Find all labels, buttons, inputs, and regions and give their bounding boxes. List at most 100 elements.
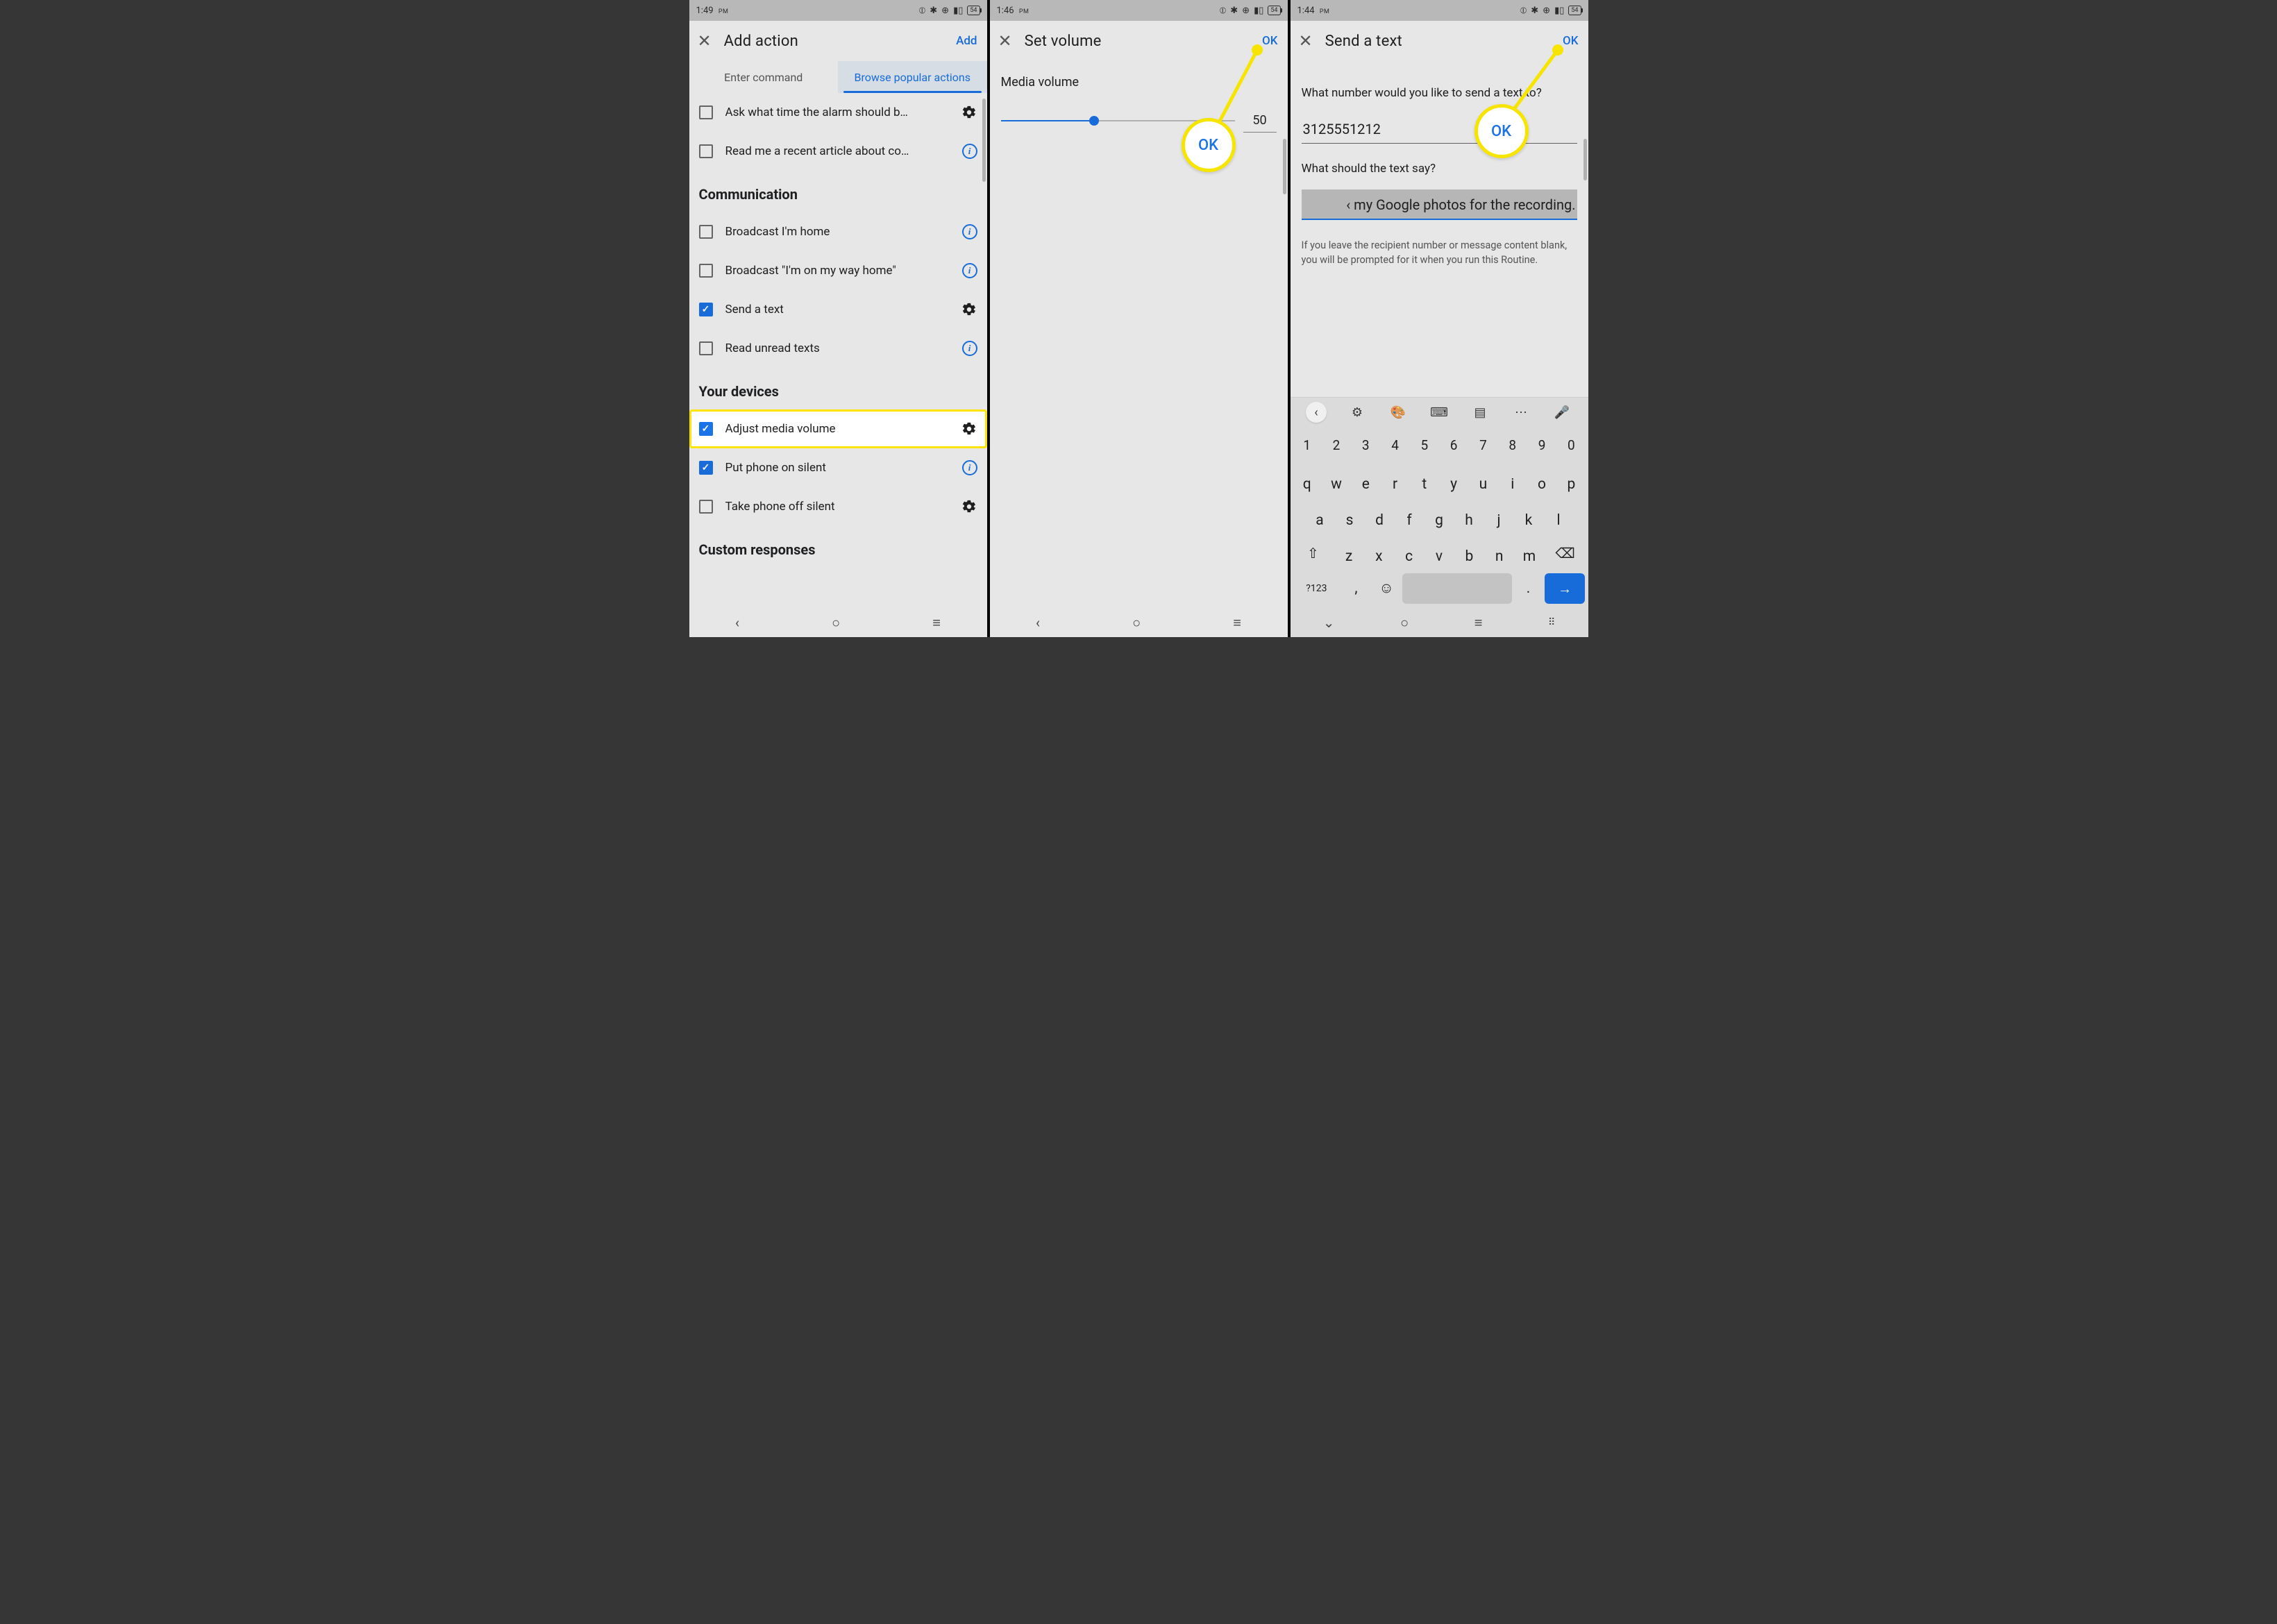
message-input[interactable] <box>1302 189 1577 220</box>
slider-thumb-icon[interactable] <box>1089 116 1099 126</box>
kbd-palette-icon[interactable]: 🎨 <box>1388 402 1409 423</box>
nav-recent-icon[interactable]: ≡ <box>1233 614 1241 632</box>
enter-key-icon[interactable]: → <box>1545 573 1586 604</box>
list-item[interactable]: Broadcast I'm home <box>689 212 987 251</box>
key[interactable]: d <box>1366 501 1394 533</box>
kbd-keyboard-icon[interactable]: ⌨ <box>1429 402 1450 423</box>
info-icon[interactable] <box>962 460 977 475</box>
kbd-clipboard-icon[interactable]: ▤ <box>1470 402 1490 423</box>
nav-recent-icon[interactable]: ≡ <box>932 614 941 632</box>
actions-list[interactable]: Ask what time the alarm should b… Read m… <box>689 93 987 608</box>
checkbox-icon[interactable] <box>699 500 713 514</box>
list-item-adjust-volume[interactable]: Adjust media volume <box>689 409 987 448</box>
list-item[interactable]: Take phone off silent <box>689 487 987 526</box>
key[interactable]: 0 <box>1557 429 1585 461</box>
backspace-key-icon[interactable]: ⌫ <box>1545 537 1586 569</box>
kbd-back-icon[interactable]: ‹ <box>1306 402 1327 423</box>
tab-browse-popular[interactable]: Browse popular actions <box>838 61 987 93</box>
key[interactable]: n <box>1485 537 1513 569</box>
nav-home-icon[interactable]: ○ <box>1132 614 1141 632</box>
list-item[interactable]: Ask what time the alarm should b… <box>689 93 987 132</box>
kbd-gear-icon[interactable]: ⚙ <box>1347 402 1368 423</box>
key[interactable]: t <box>1411 465 1438 497</box>
key[interactable]: g <box>1425 501 1454 533</box>
list-item[interactable]: Broadcast "I'm on my way home" <box>689 251 987 290</box>
key[interactable]: p <box>1557 465 1585 497</box>
list-item[interactable]: Read unread texts <box>689 329 987 368</box>
key[interactable]: m <box>1515 537 1543 569</box>
key[interactable]: s <box>1336 501 1364 533</box>
key[interactable]: o <box>1528 465 1556 497</box>
key[interactable]: w <box>1322 465 1350 497</box>
kbd-mic-icon[interactable]: 🎤 <box>1552 402 1572 423</box>
key[interactable]: q <box>1293 465 1321 497</box>
checkbox-icon[interactable] <box>699 144 713 158</box>
info-icon[interactable] <box>962 341 977 356</box>
key[interactable]: 1 <box>1293 429 1321 461</box>
key[interactable]: k <box>1515 501 1543 533</box>
comma-key[interactable]: , <box>1342 573 1370 604</box>
checkbox-icon[interactable] <box>699 303 713 316</box>
nav-back-icon[interactable]: ‹ <box>735 614 739 631</box>
key[interactable]: z <box>1334 537 1363 569</box>
close-icon[interactable]: ✕ <box>998 33 1012 49</box>
shift-key-icon[interactable]: ⇧ <box>1293 537 1334 569</box>
add-button[interactable]: Add <box>956 34 977 48</box>
key[interactable]: u <box>1469 465 1497 497</box>
key[interactable]: r <box>1381 465 1409 497</box>
gear-icon[interactable] <box>961 498 977 515</box>
volume-slider[interactable] <box>1001 120 1235 121</box>
key[interactable]: 3 <box>1352 429 1379 461</box>
key[interactable]: a <box>1306 501 1334 533</box>
gear-icon[interactable] <box>961 421 977 437</box>
key[interactable]: b <box>1455 537 1484 569</box>
emoji-key-icon[interactable]: ☺ <box>1372 573 1401 604</box>
tab-enter-command[interactable]: Enter command <box>689 61 839 93</box>
checkbox-icon[interactable] <box>699 225 713 239</box>
key[interactable]: f <box>1395 501 1424 533</box>
key[interactable]: y <box>1440 465 1468 497</box>
gear-icon[interactable] <box>961 301 977 318</box>
info-icon[interactable] <box>962 263 977 278</box>
info-icon[interactable] <box>962 224 977 239</box>
nav-down-icon[interactable]: ⌄ <box>1323 614 1335 631</box>
phone-number-input[interactable] <box>1302 114 1577 144</box>
checkbox-icon[interactable] <box>699 461 713 475</box>
symbols-key[interactable]: ?123 <box>1293 573 1341 604</box>
key[interactable]: l <box>1545 501 1573 533</box>
close-icon[interactable]: ✕ <box>698 33 712 49</box>
key[interactable]: j <box>1485 501 1513 533</box>
key[interactable]: i <box>1499 465 1527 497</box>
checkbox-icon[interactable] <box>699 341 713 355</box>
key[interactable]: 5 <box>1411 429 1438 461</box>
space-key[interactable] <box>1402 573 1512 604</box>
key[interactable]: 2 <box>1322 429 1350 461</box>
key[interactable]: e <box>1352 465 1379 497</box>
close-icon[interactable]: ✕ <box>1299 33 1313 49</box>
checkbox-icon[interactable] <box>699 422 713 436</box>
key[interactable]: 9 <box>1528 429 1556 461</box>
key[interactable]: h <box>1455 501 1484 533</box>
checkbox-icon[interactable] <box>699 105 713 119</box>
gear-icon[interactable] <box>961 104 977 121</box>
list-item[interactable]: Read me a recent article about co… <box>689 132 987 171</box>
nav-keyboard-switch-icon[interactable]: ⠿ <box>1548 617 1555 628</box>
kbd-more-icon[interactable]: ⋯ <box>1511 402 1531 423</box>
ok-button[interactable]: OK <box>1262 34 1277 48</box>
key[interactable]: 4 <box>1381 429 1409 461</box>
key[interactable]: 7 <box>1469 429 1497 461</box>
info-icon[interactable] <box>962 144 977 159</box>
ok-button[interactable]: OK <box>1563 34 1578 48</box>
key[interactable]: x <box>1365 537 1393 569</box>
checkbox-icon[interactable] <box>699 264 713 278</box>
nav-home-icon[interactable]: ○ <box>832 614 840 632</box>
key[interactable]: c <box>1395 537 1423 569</box>
list-item[interactable]: Put phone on silent <box>689 448 987 487</box>
nav-home-icon[interactable]: ○ <box>1400 614 1409 632</box>
list-item-send-text[interactable]: Send a text <box>689 290 987 329</box>
volume-input[interactable] <box>1243 109 1277 133</box>
key[interactable]: 8 <box>1499 429 1527 461</box>
nav-back-icon[interactable]: ‹ <box>1036 614 1040 631</box>
key[interactable]: v <box>1425 537 1453 569</box>
key[interactable]: 6 <box>1440 429 1468 461</box>
